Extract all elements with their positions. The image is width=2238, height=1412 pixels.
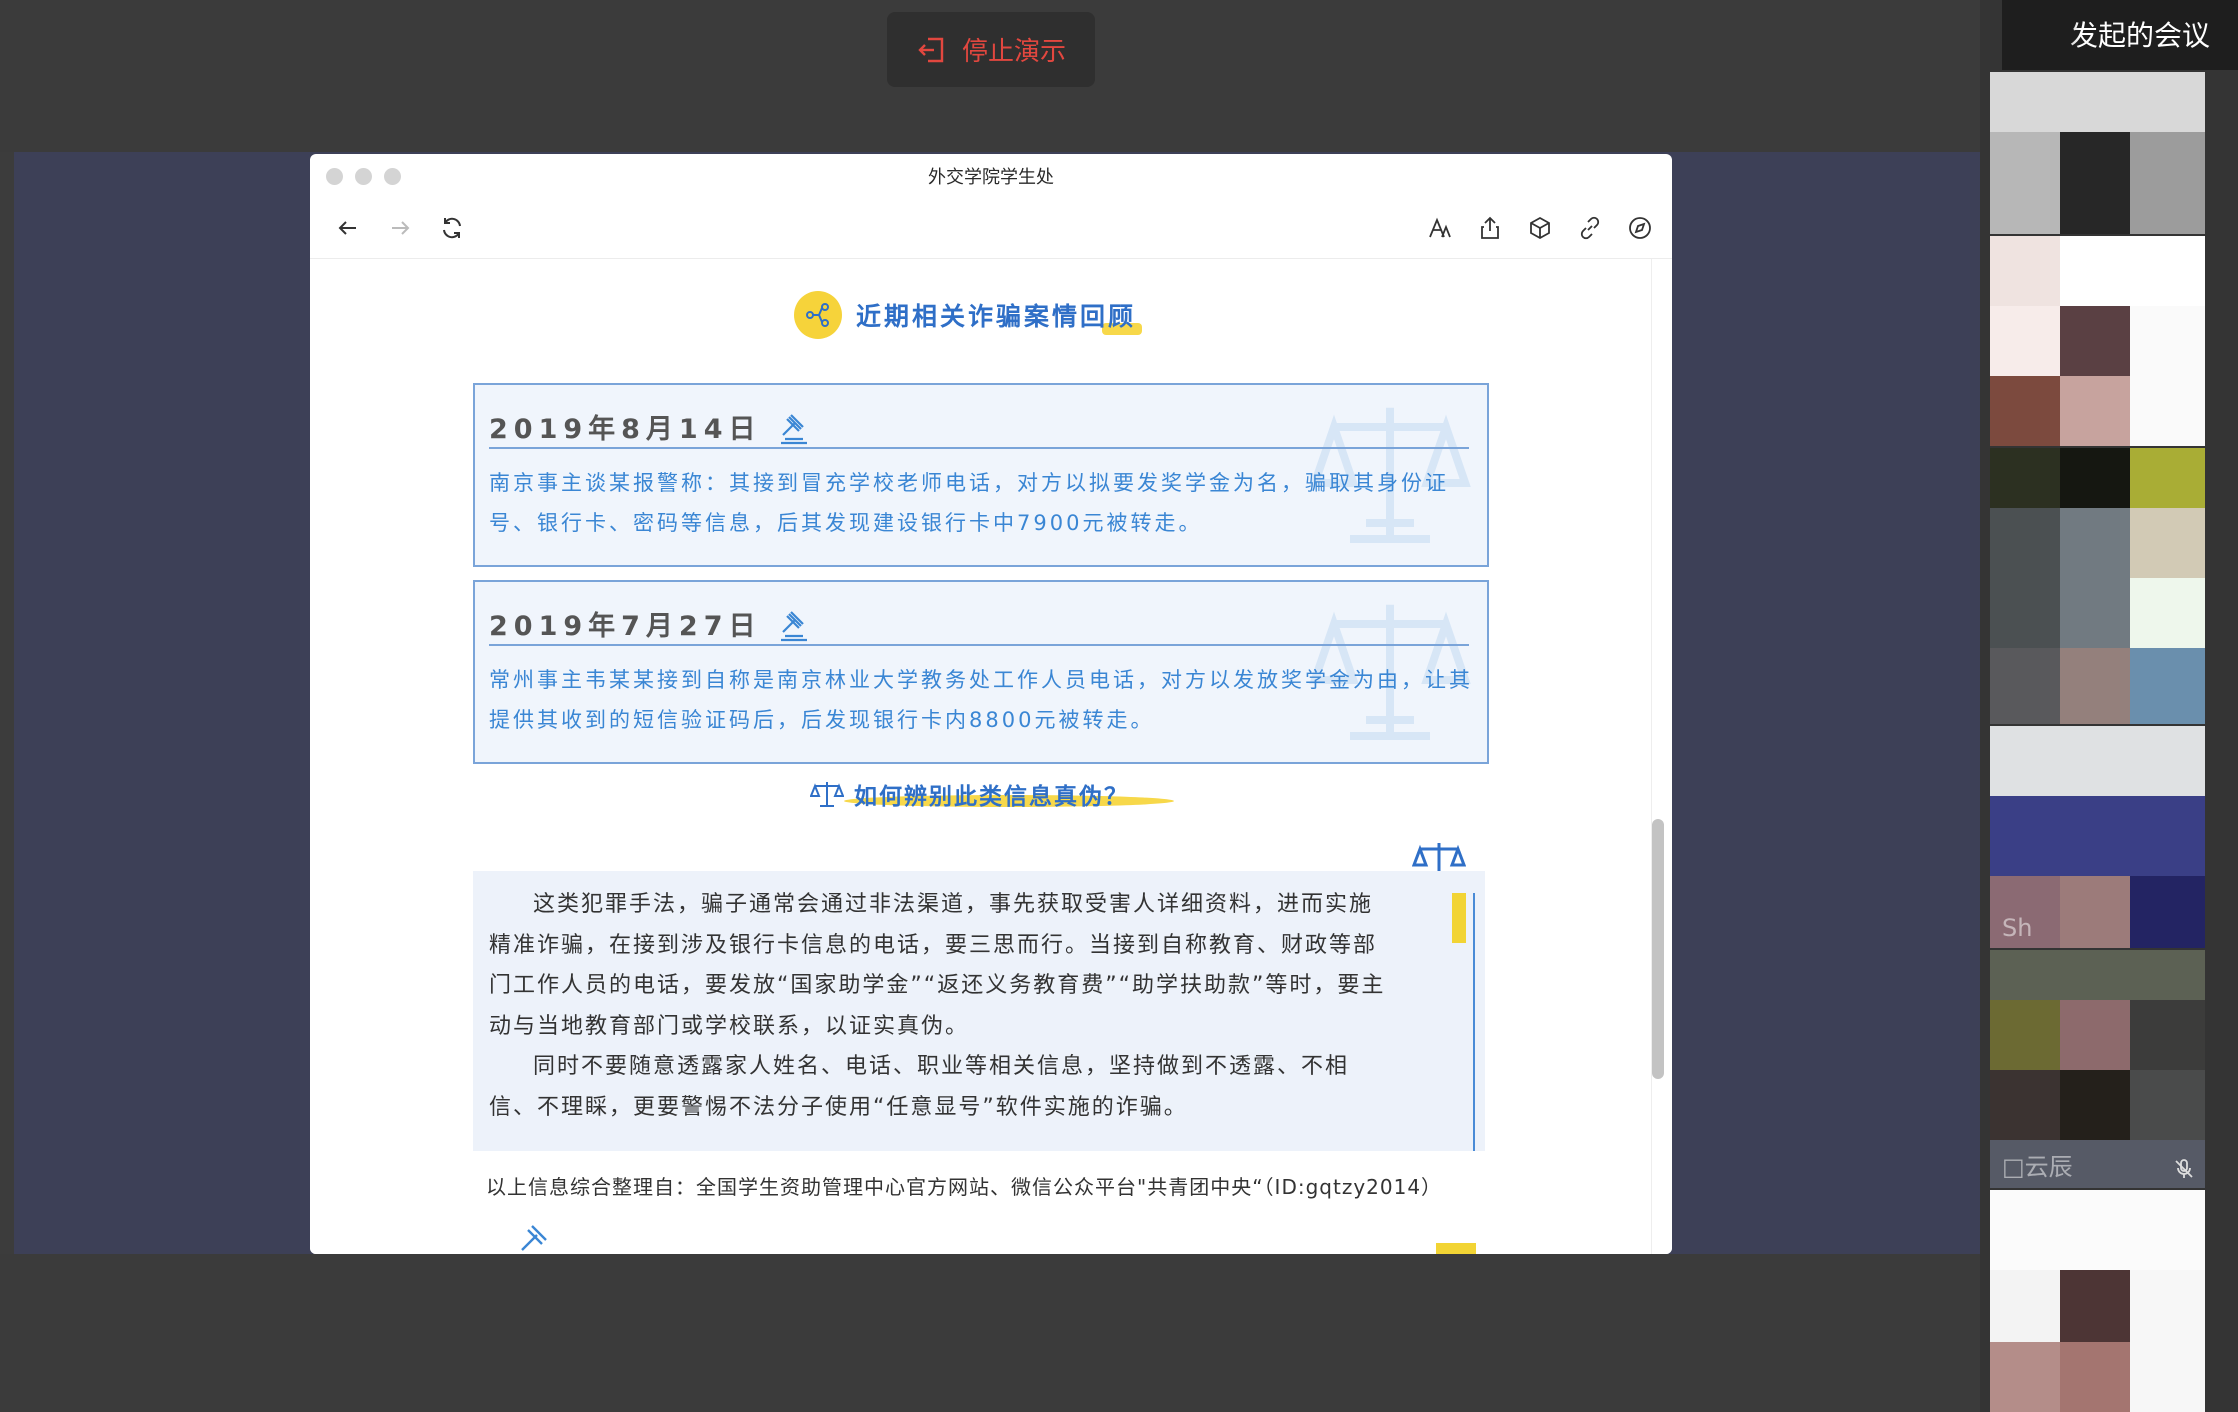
section-heading-identify: 如何辨别此类信息真伪？ xyxy=(810,777,1174,811)
source-note: 以上信息综合整理自：全国学生资助管理中心官方网站、微信公众平台"共青团中央“（I… xyxy=(486,1175,1443,1199)
balance-scale-icon xyxy=(810,782,844,807)
accent-line xyxy=(1473,893,1475,1151)
close-window-button[interactable] xyxy=(326,168,343,185)
participant-video-tile[interactable] xyxy=(1990,1190,2205,1412)
refresh-icon xyxy=(443,217,461,239)
window-titlebar: 外交学院学生处 xyxy=(310,154,1672,198)
section-title: 近期相关诈骗案情回顾 xyxy=(856,302,1137,331)
browser-toolbar xyxy=(310,198,1672,259)
case-date: 2019年7月27日 xyxy=(489,611,762,642)
participant-video-tile[interactable] xyxy=(1990,448,2205,724)
compass-button[interactable] xyxy=(1626,214,1654,242)
section-heading-cases: 近期相关诈骗案情回顾 xyxy=(794,291,1142,339)
share-nodes-icon xyxy=(794,291,842,339)
title-fade xyxy=(2020,0,2080,70)
participant-name: □云辰 xyxy=(2002,1153,2073,1181)
meeting-title: 发起的会议 xyxy=(2069,19,2210,52)
extension-button[interactable] xyxy=(1526,214,1554,242)
participant-video-tile[interactable]: Sh xyxy=(1990,726,2205,948)
scrollbar-thumb[interactable] xyxy=(1652,819,1664,1079)
stop-presenting-button[interactable]: 停止演示 xyxy=(887,12,1095,87)
gavel-icon xyxy=(781,611,807,642)
minimize-window-button[interactable] xyxy=(355,168,372,185)
participant-name: Sh xyxy=(2002,914,2033,942)
case-card: 2019年8月14日 南京事主谈某报警称：其接到冒充学校老师电话，对方以拟要发奖… xyxy=(473,383,1489,567)
gavel-icon xyxy=(781,414,807,445)
reload-button[interactable] xyxy=(438,214,466,242)
back-button[interactable] xyxy=(334,214,362,242)
page-content[interactable]: 近期相关诈骗案情回顾 2019年8月14日 南京事主谈某报警称：其接到冒充学校老… xyxy=(310,259,1672,1254)
window-title: 外交学院学生处 xyxy=(928,167,1054,188)
advice-paragraph: 同时不要随意透露家人姓名、电话、职业等相关信息，坚持做到不透露、不相信、不理睬，… xyxy=(489,1054,1350,1120)
case-description: 南京事主谈某报警称：其接到冒充学校老师电话，对方以拟要发奖学金为名，骗取其身份证… xyxy=(489,471,1449,535)
font-size-icon xyxy=(1429,217,1451,238)
case-description: 常州事主韦某某接到自称是南京林业大学教务处工作人员电话，对方以发放奖学金为由，让… xyxy=(489,668,1473,732)
scroll-track xyxy=(1651,259,1672,1254)
bottom-area xyxy=(0,1254,1980,1412)
copy-link-button[interactable] xyxy=(1576,214,1604,242)
advice-box: 这类犯罪手法，骗子通常会通过非法渠道，事先获取受害人详细资料，进而实施精准诈骗，… xyxy=(473,871,1485,1151)
accent-bar xyxy=(1436,1243,1476,1254)
divider xyxy=(489,644,1469,646)
gavel-icon xyxy=(521,1225,547,1251)
participants-panel: 发起的会议 Sh □云辰 xyxy=(1980,0,2238,1412)
font-size-button[interactable] xyxy=(1426,214,1454,242)
cube-icon xyxy=(1530,216,1550,240)
case-card: 2019年7月27日 常州事主韦某某接到自称是南京林业大学教务处工作人员电话，对… xyxy=(473,580,1489,764)
case-date: 2019年8月14日 xyxy=(489,414,762,445)
section-title: 如何辨别此类信息真伪？ xyxy=(854,784,1129,810)
mic-muted-icon xyxy=(2175,1159,2193,1178)
divider xyxy=(489,447,1469,449)
participant-video-tile[interactable] xyxy=(1990,72,2205,234)
share-icon xyxy=(1481,216,1499,239)
participant-video-tile[interactable] xyxy=(1990,236,2205,446)
exit-icon xyxy=(918,37,944,62)
stop-presenting-label: 停止演示 xyxy=(961,37,1066,67)
advice-paragraph: 这类犯罪手法，骗子通常会通过非法渠道，事先获取受害人详细资料，进而实施精准诈骗，… xyxy=(489,892,1386,1039)
share-button[interactable] xyxy=(1476,214,1504,242)
window-controls xyxy=(326,168,401,185)
compass-icon xyxy=(1629,217,1651,239)
arrow-right-icon xyxy=(392,221,410,235)
shared-browser-window: 外交学院学生处 近期相关诈骗案情回顾 2019年8月14日 南京事主谈某报警称：… xyxy=(310,154,1672,1254)
accent-bar xyxy=(1452,893,1466,943)
zoom-window-button[interactable] xyxy=(384,168,401,185)
advice-text: 这类犯罪手法，骗子通常会通过非法渠道，事先获取受害人详细资料，进而实施精准诈骗，… xyxy=(489,885,1389,1128)
forward-button[interactable] xyxy=(386,214,414,242)
participant-video-tile[interactable]: □云辰 xyxy=(1990,950,2205,1188)
link-icon xyxy=(1580,216,1600,240)
presentation-top-bar: 停止演示 xyxy=(0,0,1980,152)
arrow-left-icon xyxy=(338,221,356,235)
